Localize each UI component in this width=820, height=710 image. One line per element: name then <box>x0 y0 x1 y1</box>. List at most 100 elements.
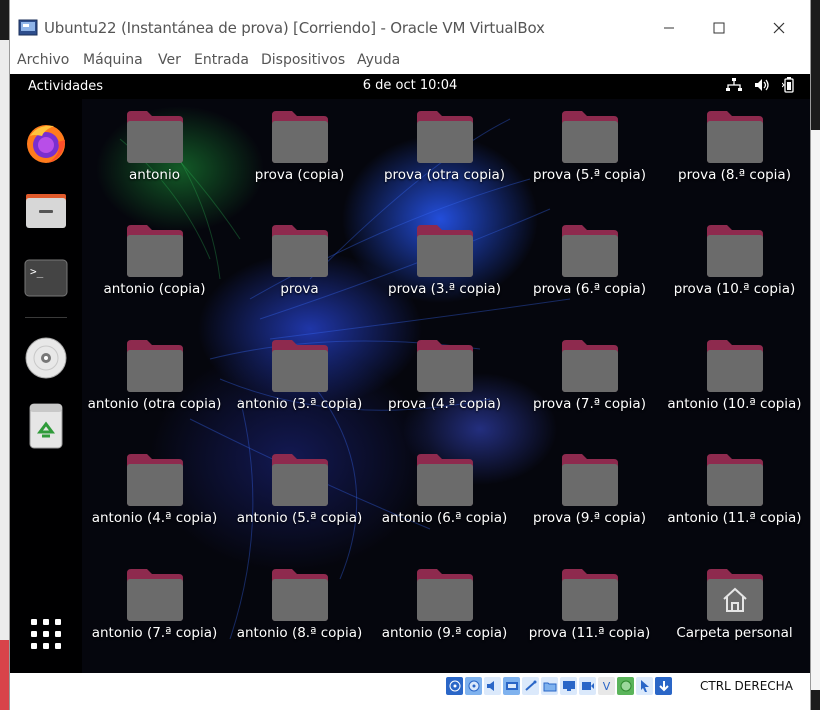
desktop-folder[interactable]: antonio (8.ª copia) <box>227 557 372 657</box>
menu-ver[interactable]: Ver <box>158 52 181 68</box>
dock-files[interactable] <box>23 187 69 233</box>
menu-entrada[interactable]: Entrada <box>194 52 249 68</box>
folder-icon <box>706 454 763 506</box>
window-title: Ubuntu22 (Instantánea de prova) [Corrien… <box>44 19 545 37</box>
folder-label: antonio (7.ª copia) <box>91 625 218 641</box>
vm-screen[interactable]: Actividades 6 de oct 10:04 >_ antonio pr… <box>10 74 810 673</box>
desktop-folder[interactable]: prova (8.ª copia) <box>662 99 807 199</box>
optical-drive-status-icon[interactable] <box>465 677 482 695</box>
menu-ayuda[interactable]: Ayuda <box>357 52 400 68</box>
close-button[interactable] <box>756 14 802 42</box>
folder-label: prova (10.ª copia) <box>673 281 796 297</box>
harddisk-status-icon[interactable] <box>446 677 463 695</box>
folder-icon <box>561 569 618 621</box>
system-tray[interactable] <box>726 77 796 93</box>
status-bar: V CTRL DERECHA <box>10 673 810 710</box>
close-icon <box>773 22 785 34</box>
desktop-folder[interactable]: antonio (7.ª copia) <box>82 557 227 657</box>
virtualization-status-icon[interactable]: V <box>598 677 615 695</box>
folder-icon <box>416 340 473 392</box>
folder-icon <box>561 340 618 392</box>
guest-additions-status-icon[interactable] <box>617 677 634 695</box>
desktop-folder[interactable]: prova (9.ª copia) <box>517 442 662 542</box>
volume-icon <box>755 79 769 91</box>
desktop-folder[interactable]: antonio (copia) <box>82 213 227 313</box>
folder-label: prova (5.ª copia) <box>533 167 646 183</box>
dock-terminal[interactable]: >_ <box>23 255 69 301</box>
desktop-folder[interactable]: antonio (9.ª copia) <box>372 557 517 657</box>
folder-label: Carpeta personal <box>676 625 793 641</box>
maximize-icon <box>713 22 725 34</box>
desktop-folder[interactable]: prova (6.ª copia) <box>517 213 662 313</box>
folder-label: antonio (otra copia) <box>87 396 222 412</box>
desktop-folder[interactable]: antonio (otra copia) <box>82 328 227 428</box>
folder-icon <box>706 111 763 163</box>
folder-icon <box>126 454 183 506</box>
folder-label: antonio (3.ª copia) <box>236 396 363 412</box>
folder-label: antonio (9.ª copia) <box>381 625 508 641</box>
minimize-button[interactable] <box>646 14 692 42</box>
desktop-folder[interactable]: prova (3.ª copia) <box>372 213 517 313</box>
desktop-folder[interactable]: prova (11.ª copia) <box>517 557 662 657</box>
folder-icon <box>126 340 183 392</box>
folder-icon <box>416 569 473 621</box>
desktop-folder[interactable]: prova (10.ª copia) <box>662 213 807 313</box>
folder-icon <box>271 225 328 277</box>
desktop-folder[interactable]: prova (4.ª copia) <box>372 328 517 428</box>
desktop-folder[interactable]: prova (otra copia) <box>372 99 517 199</box>
folder-label: antonio (8.ª copia) <box>236 625 363 641</box>
shared-folders-status-icon[interactable] <box>541 677 558 695</box>
folder-label: prova (copia) <box>254 167 345 183</box>
folder-icon <box>271 111 328 163</box>
desktop-folder[interactable]: antonio (11.ª copia) <box>662 442 807 542</box>
menu-archivo[interactable]: Archivo <box>17 52 69 68</box>
folder-label: prova (7.ª copia) <box>533 396 646 412</box>
folder-label: prova (9.ª copia) <box>533 510 646 526</box>
desktop-folder[interactable]: antonio (3.ª copia) <box>227 328 372 428</box>
folder-label: prova (otra copia) <box>383 167 506 183</box>
desktop-folder[interactable]: antonio <box>82 99 227 199</box>
folder-icon <box>271 454 328 506</box>
desktop-folder[interactable]: antonio (5.ª copia) <box>227 442 372 542</box>
clock[interactable]: 6 de oct 10:04 <box>10 78 810 93</box>
home-folder[interactable]: Carpeta personal <box>662 557 807 657</box>
dock-trash[interactable] <box>23 403 69 449</box>
dock: >_ <box>10 99 82 673</box>
dock-show-apps[interactable] <box>23 611 69 657</box>
disc-icon <box>25 337 67 379</box>
desktop-folder[interactable]: antonio (4.ª copia) <box>82 442 227 542</box>
folder-icon <box>126 225 183 277</box>
firefox-icon <box>27 125 65 163</box>
menu-bar: Archivo Máquina Ver Entrada Dispositivos… <box>10 48 810 74</box>
trash-icon <box>29 403 63 449</box>
desktop[interactable]: >_ antonio prova (copia) prova (otra cop… <box>10 99 810 673</box>
desktop-folder[interactable]: prova (7.ª copia) <box>517 328 662 428</box>
usb-status-icon[interactable] <box>522 677 539 695</box>
network-icon <box>726 78 742 91</box>
power-menu-icon <box>782 77 794 93</box>
desktop-folder[interactable]: antonio (6.ª copia) <box>372 442 517 542</box>
keyboard-capture-status-icon[interactable] <box>655 677 672 695</box>
folder-icon <box>416 111 473 163</box>
host-key-label: CTRL DERECHA <box>700 679 793 693</box>
mouse-integration-status-icon[interactable] <box>636 677 653 695</box>
display-status-icon[interactable] <box>560 677 577 695</box>
folder-label: antonio (6.ª copia) <box>381 510 508 526</box>
folder-icon <box>706 340 763 392</box>
dock-disc[interactable] <box>23 335 69 381</box>
desktop-folder[interactable]: prova (5.ª copia) <box>517 99 662 199</box>
home-folder-icon <box>706 569 763 621</box>
files-icon <box>26 194 66 228</box>
audio-status-icon[interactable] <box>484 677 501 695</box>
recording-status-icon[interactable] <box>579 677 596 695</box>
menu-dispositivos[interactable]: Dispositivos <box>261 52 345 68</box>
maximize-button[interactable] <box>696 14 742 42</box>
desktop-folder[interactable]: prova <box>227 213 372 313</box>
folder-icon <box>561 111 618 163</box>
menu-maquina[interactable]: Máquina <box>83 52 143 68</box>
desktop-folder[interactable]: antonio (10.ª copia) <box>662 328 807 428</box>
dock-firefox[interactable] <box>23 121 69 167</box>
folder-label: antonio (5.ª copia) <box>236 510 363 526</box>
network-status-icon[interactable] <box>503 677 520 695</box>
desktop-folder[interactable]: prova (copia) <box>227 99 372 199</box>
